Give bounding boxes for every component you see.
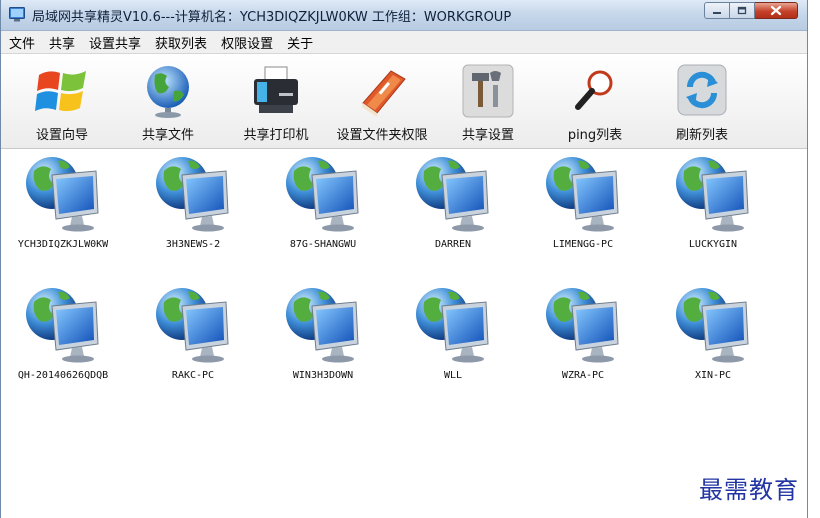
host-name: LIMENGG-PC: [552, 239, 614, 250]
refresh-icon: [677, 64, 727, 116]
setup-wizard-button[interactable]: 设置向导: [12, 61, 112, 143]
menu-permissions[interactable]: 权限设置: [221, 33, 273, 52]
ping-list-label: ping列表: [567, 128, 623, 143]
minimize-button[interactable]: [704, 2, 730, 19]
app-icon: [9, 7, 25, 22]
network-computer-icon: [286, 157, 359, 232]
folder-permissions-button[interactable]: 设置文件夹权限: [332, 61, 432, 143]
share-printer-button[interactable]: 共享打印机: [226, 61, 326, 143]
host-item[interactable]: YCH3DIQZKJLW0KW: [1, 153, 128, 263]
share-files-label: 共享文件: [141, 128, 194, 143]
host-item[interactable]: XIN-PC: [648, 284, 778, 394]
menu-bar: 文件 共享 设置共享 获取列表 权限设置 关于: [1, 31, 807, 54]
share-printer-label: 共享打印机: [243, 128, 309, 143]
network-computer-icon: [676, 288, 749, 363]
refresh-list-button[interactable]: 刷新列表: [652, 61, 752, 143]
host-name: QH-20140626QDQB: [17, 370, 109, 381]
host-item[interactable]: RAKC-PC: [128, 284, 258, 394]
folder-permissions-label: 设置文件夹权限: [336, 128, 428, 143]
setup-wizard-label: 设置向导: [35, 128, 88, 143]
host-name: 87G-SHANGWU: [289, 239, 357, 250]
network-computer-icon: [546, 157, 619, 232]
host-item[interactable]: 3H3NEWS-2: [128, 153, 258, 263]
close-icon: [770, 5, 782, 16]
app-window: 局域网共享精灵V10.6---计算机名：YCH3DIQZKJLW0KW 工作组：…: [0, 0, 808, 518]
share-settings-button[interactable]: 共享设置: [438, 61, 538, 143]
host-name: RAKC-PC: [171, 370, 215, 381]
menu-share[interactable]: 共享: [49, 33, 75, 52]
toolbar: 设置向导 共享文件 共享打印机 设置文件夹权限 共享设置 ping列表 刷新列表: [1, 55, 807, 149]
host-item[interactable]: QH-20140626QDQB: [1, 284, 128, 394]
host-name: YCH3DIQZKJLW0KW: [17, 239, 109, 250]
page-margin: [808, 0, 820, 518]
menu-set-share[interactable]: 设置共享: [89, 33, 141, 52]
magnifier-icon: [575, 70, 613, 110]
watermark: 最需教育: [699, 476, 799, 504]
window-controls: [704, 2, 798, 19]
share-files-button[interactable]: 共享文件: [118, 61, 218, 143]
host-item[interactable]: WLL: [388, 284, 518, 394]
host-item[interactable]: LIMENGG-PC: [518, 153, 648, 263]
host-name: LUCKYGIN: [688, 239, 738, 250]
host-name: 3H3NEWS-2: [165, 239, 221, 250]
share-settings-label: 共享设置: [461, 128, 514, 143]
host-item[interactable]: DARREN: [388, 153, 518, 263]
menu-get-list[interactable]: 获取列表: [155, 33, 207, 52]
host-name: WLL: [443, 370, 463, 381]
network-computer-icon: [416, 157, 489, 232]
network-computer-icon: [286, 288, 359, 363]
folder-book-icon: [362, 70, 406, 117]
minimize-icon: [713, 11, 721, 14]
refresh-list-label: 刷新列表: [675, 128, 728, 143]
ping-list-button[interactable]: ping列表: [545, 61, 645, 143]
host-name: XIN-PC: [694, 370, 732, 381]
title-bar[interactable]: 局域网共享精灵V10.6---计算机名：YCH3DIQZKJLW0KW 工作组：…: [1, 0, 807, 31]
network-computer-icon: [26, 288, 99, 363]
menu-file[interactable]: 文件: [9, 33, 35, 52]
globe-icon: [147, 66, 189, 118]
printer-icon: [254, 66, 298, 113]
menu-about[interactable]: 关于: [287, 33, 313, 52]
network-computer-icon: [416, 288, 489, 363]
host-item[interactable]: WZRA-PC: [518, 284, 648, 394]
network-computer-icon: [26, 157, 99, 232]
host-item[interactable]: LUCKYGIN: [648, 153, 778, 263]
host-item[interactable]: 87G-SHANGWU: [258, 153, 388, 263]
tools-icon: [462, 64, 514, 118]
computer-list: YCH3DIQZKJLW0KW 3H3NEWS-2 87G-SHANGWU DARRE…: [1, 149, 807, 518]
maximize-button[interactable]: [730, 2, 755, 19]
host-name: WIN3H3DOWN: [292, 370, 354, 381]
network-computer-icon: [156, 288, 229, 363]
network-computer-icon: [676, 157, 749, 232]
windows-logo-icon: [35, 71, 86, 112]
network-computer-icon: [546, 288, 619, 363]
host-item[interactable]: WIN3H3DOWN: [258, 284, 388, 394]
network-computer-icon: [156, 157, 229, 232]
close-button[interactable]: [755, 2, 798, 19]
host-name: DARREN: [434, 239, 472, 250]
host-name: WZRA-PC: [561, 370, 605, 381]
window-title: 局域网共享精灵V10.6---计算机名：YCH3DIQZKJLW0KW 工作组：…: [32, 10, 512, 25]
maximize-icon: [737, 6, 747, 15]
